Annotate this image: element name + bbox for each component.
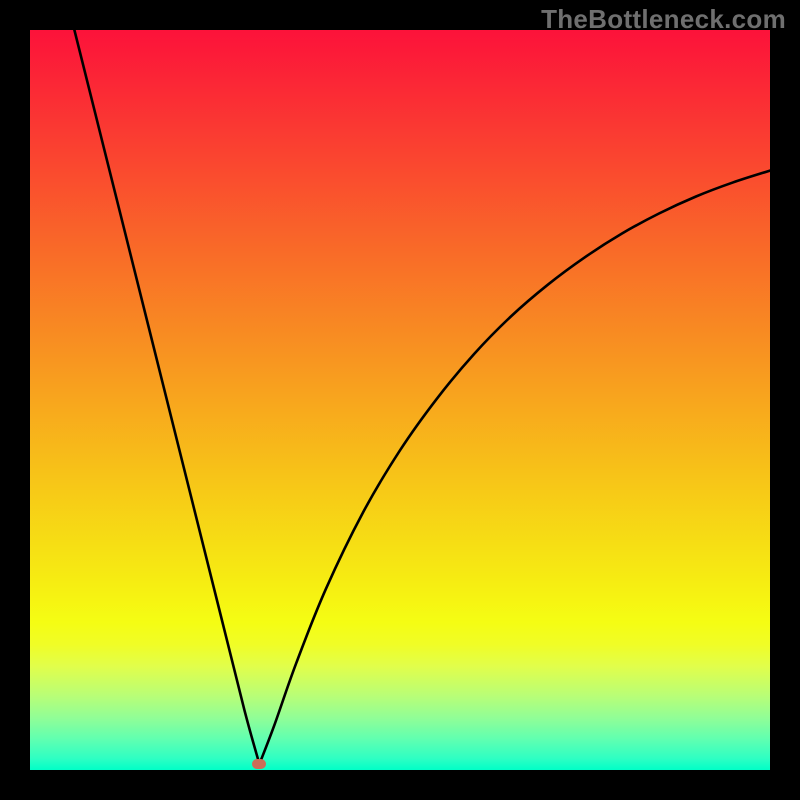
left-branch-path xyxy=(74,30,259,764)
right-branch-path xyxy=(259,171,770,764)
curve-layer xyxy=(30,30,770,770)
chart-frame: TheBottleneck.com xyxy=(0,0,800,800)
minimum-marker xyxy=(252,759,266,769)
plot-area xyxy=(30,30,770,770)
watermark-label: TheBottleneck.com xyxy=(541,4,786,35)
